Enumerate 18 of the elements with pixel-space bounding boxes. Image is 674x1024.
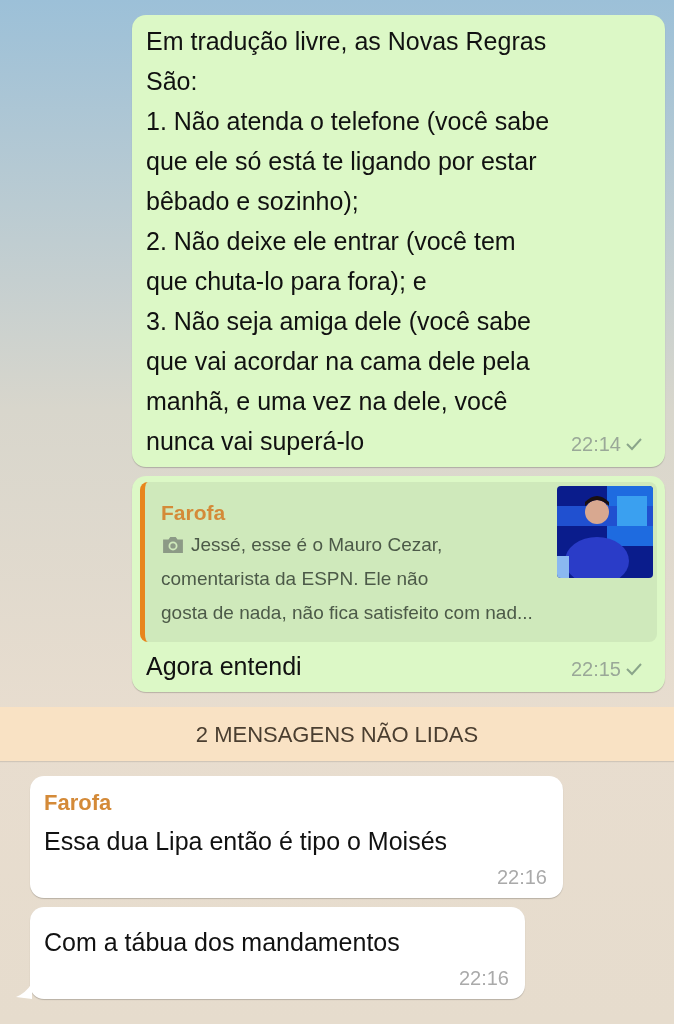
camera-icon [161, 536, 185, 554]
message-time: 22:15 [570, 657, 621, 682]
message-time: 22:16 [458, 966, 509, 991]
check-icon [625, 437, 643, 451]
message-text: Essa dua Lipa então é tipo o Moisés [44, 826, 449, 857]
quoted-message[interactable]: Farofa Jessé, esse é o Mauro Cezar, comentarista da ESPN. Ele não gosta de nada, não fica satisfeito com nad... [140, 482, 657, 642]
check-icon [625, 662, 643, 676]
sender-name: Farofa [161, 500, 227, 526]
message-text: Com a tábua dos mandamentos [44, 927, 401, 958]
message-text: Em tradução livre, as Novas Regras São: 1. Não atenda o telefone (você sabe que ele só está te ligando por estar bêbado e sozinho); 2. Não deixe ele entrar (você tem que chuta-lo para fora); e 3. Não seja amiga dele (você sabe que vai acordar na cama dele pela manhã, e uma vez na dele, você nunca vai superá-lo [145, 26, 551, 457]
message-time: 22:16 [496, 865, 547, 890]
quoted-text: Jessé, esse é o Mauro Cezar, [191, 533, 443, 557]
message-text: Agora entendi [145, 651, 303, 682]
unread-label: 2 MENSAGENS NÃO LIDAS [195, 720, 479, 749]
quoted-text: comentarista da ESPN. Ele não [161, 567, 429, 591]
quoted-text: gosta de nada, não fica satisfeito com nad... [161, 601, 533, 625]
message-time: 22:14 [570, 432, 621, 457]
sender-name: Farofa [44, 789, 113, 817]
